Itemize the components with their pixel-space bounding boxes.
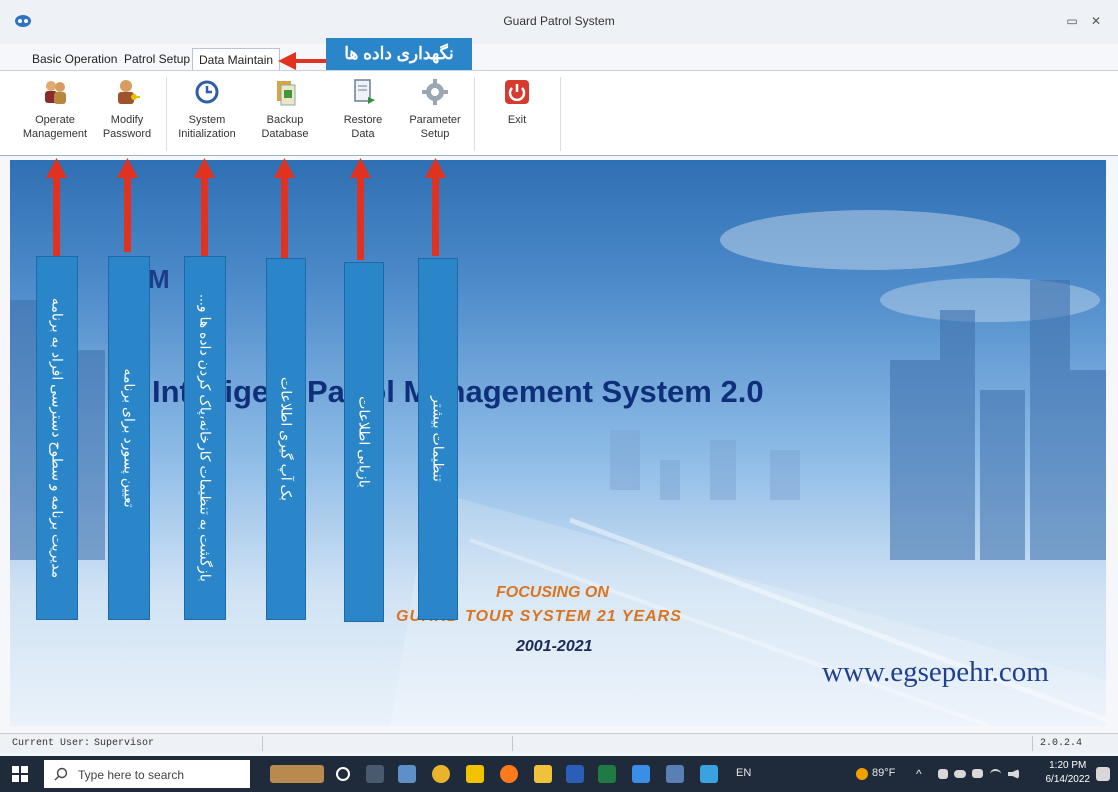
current-user-value: Supervisor [94, 738, 155, 749]
database-backup-icon [277, 81, 296, 106]
wifi-icon[interactable] [990, 769, 1001, 779]
exit-button[interactable]: Exit [480, 77, 554, 155]
weather-icon [856, 768, 868, 780]
operate-management-label: Operate Management [22, 114, 88, 140]
data-maintain-callout: نگهداری داده ها [326, 38, 472, 70]
photos-app-icon[interactable] [700, 765, 718, 783]
tab-basic-operation[interactable]: Basic Operation [26, 48, 123, 70]
parameter-setup-button[interactable]: Parameter Setup [398, 77, 472, 155]
tray-chevron-icon[interactable]: ^ [916, 767, 922, 781]
ribbon-separator [474, 77, 475, 151]
system-initialization-button[interactable]: System Initialization [170, 77, 244, 155]
weather-temperature[interactable]: 89°F [872, 767, 895, 779]
volume-icon[interactable] [1008, 769, 1019, 779]
modify-password-label: Modify Password [102, 114, 152, 140]
power-icon [505, 80, 529, 104]
title-bar: Guard Patrol System ▭ ✕ [0, 0, 1118, 44]
backup-database-label: Backup Database [261, 114, 309, 140]
restore-data-button[interactable]: Restore Data [326, 77, 400, 155]
notes-app-icon[interactable] [466, 765, 484, 783]
tab-patrol-setup[interactable]: Patrol Setup [118, 48, 196, 70]
language-indicator[interactable]: EN [736, 767, 751, 779]
brand-logo: M [148, 264, 170, 294]
ribbon-separator [166, 77, 167, 151]
notifications-icon[interactable] [1096, 767, 1110, 781]
onedrive-icon[interactable] [954, 770, 966, 778]
minimize-button[interactable]: ▭ [1062, 12, 1082, 30]
windows-taskbar: Type here to search EN 89°F ^ 1:20 PM 6/… [0, 756, 1118, 792]
chrome-icon[interactable] [432, 765, 450, 783]
news-widget-icon[interactable] [270, 765, 324, 783]
app-window: Guard Patrol System ▭ ✕ Basic Operation … [0, 0, 1118, 792]
ribbon-toolbar: Operate Management Modify Password Syste… [0, 70, 1118, 156]
clock-time: 1:20 PM [1049, 760, 1087, 771]
status-separator [512, 736, 513, 751]
operate-management-button[interactable]: Operate Management [18, 77, 92, 155]
meet-now-icon[interactable] [938, 769, 948, 779]
status-bar: Current User: Supervisor 2.0.2.4 [0, 733, 1118, 753]
cortana-icon[interactable] [336, 767, 350, 781]
search-icon [54, 767, 68, 781]
current-user-label: Current User: [12, 738, 91, 749]
ribbon-separator [560, 77, 561, 151]
banner-years: 2001-2021 [516, 638, 593, 655]
status-separator [262, 736, 263, 751]
document-restore-icon [354, 79, 375, 104]
restore-data-label: Restore Data [343, 114, 383, 140]
task-view-icon[interactable] [366, 765, 384, 783]
version-label: 2.0.2.4 [1040, 738, 1083, 749]
parameter-setup-label: Parameter Setup [409, 114, 461, 140]
taskbar-clock[interactable]: 1:20 PM 6/14/2022 [1046, 759, 1091, 787]
taskbar-search-box[interactable]: Type here to search [44, 760, 250, 788]
banner-tagline-line1: FOCUSING ON [496, 584, 609, 601]
security-app-icon[interactable] [632, 765, 650, 783]
search-placeholder: Type here to search [78, 768, 185, 782]
file-explorer-icon[interactable] [534, 765, 552, 783]
close-button[interactable]: ✕ [1086, 12, 1106, 30]
paint-app-icon[interactable] [398, 765, 416, 783]
banner-title: Intelligent Patrol Management System 2.0 [152, 374, 764, 409]
windows-start-icon[interactable] [12, 766, 28, 782]
clock-date: 6/14/2022 [1045, 774, 1091, 785]
firefox-icon[interactable] [500, 765, 518, 783]
tab-data-maintain[interactable]: Data Maintain [192, 48, 281, 70]
clock-reset-icon [195, 80, 219, 104]
window-title: Guard Patrol System [503, 14, 615, 28]
gear-icon [422, 79, 448, 105]
exit-label: Exit [507, 114, 527, 126]
excel-icon[interactable] [598, 765, 616, 783]
backup-database-button[interactable]: Backup Database [248, 77, 322, 155]
splash-banner: M Intelligent Patrol Management System 2… [10, 160, 1106, 726]
system-initialization-label: System Initialization [178, 114, 236, 140]
status-separator [1032, 736, 1033, 751]
user-key-icon [118, 80, 140, 104]
modify-password-button[interactable]: Modify Password [90, 77, 164, 155]
word-icon[interactable] [566, 765, 584, 783]
banner-tagline-line2: GUARD TOUR SYSTEM 21 YEARS [396, 608, 682, 625]
users-icon [45, 81, 66, 104]
website-url: www.egsepehr.com [822, 656, 1049, 688]
guard-patrol-app-icon[interactable] [666, 765, 684, 783]
battery-icon[interactable] [972, 769, 983, 778]
